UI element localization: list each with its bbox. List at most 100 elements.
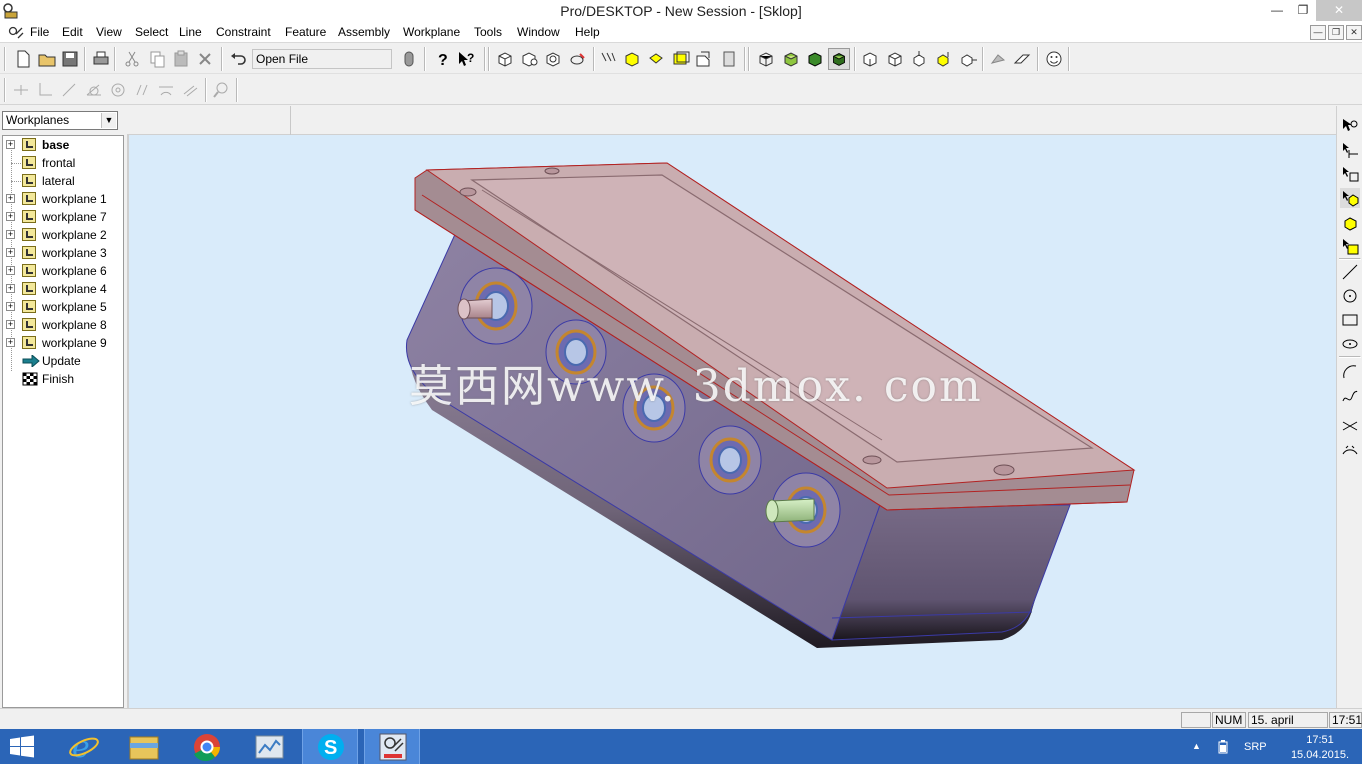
language-indicator[interactable]: SRP: [1244, 741, 1267, 753]
select-assembly-icon[interactable]: [1340, 236, 1360, 256]
menu-help[interactable]: Help: [575, 25, 600, 39]
select-lines-icon[interactable]: [1340, 140, 1360, 160]
tree-item-workplane[interactable]: frontal: [3, 154, 123, 172]
mdi-restore-button[interactable]: ❐: [1328, 25, 1344, 40]
expand-icon[interactable]: +: [6, 230, 15, 239]
workplane-view-icon[interactable]: [1011, 48, 1033, 70]
select-constraints-icon[interactable]: [1340, 164, 1360, 184]
tree-item-workplane[interactable]: + base: [3, 136, 123, 154]
chevron-down-icon[interactable]: ▼: [101, 113, 116, 128]
select-faces-icon[interactable]: [621, 48, 643, 70]
menu-line[interactable]: Line: [179, 25, 202, 39]
help-icon[interactable]: ?: [431, 48, 453, 70]
view-top-icon[interactable]: [908, 48, 930, 70]
menu-workplane[interactable]: Workplane: [403, 25, 460, 39]
concentric-constraint-icon[interactable]: [107, 79, 129, 101]
print-icon[interactable]: [90, 48, 112, 70]
expand-icon[interactable]: +: [6, 266, 15, 275]
expand-icon[interactable]: +: [6, 338, 15, 347]
shaded-edges-icon[interactable]: [804, 48, 826, 70]
view-front-icon[interactable]: [859, 48, 881, 70]
menu-tools[interactable]: Tools: [474, 25, 502, 39]
circle-draw-icon[interactable]: [1340, 286, 1360, 306]
view-zoom-icon[interactable]: [542, 48, 564, 70]
view-rotate-icon[interactable]: [494, 48, 516, 70]
right-angle-constraint-icon[interactable]: [34, 79, 56, 101]
expand-icon[interactable]: +: [6, 140, 15, 149]
chrome-icon[interactable]: [179, 729, 235, 764]
zoom-icon[interactable]: [210, 79, 232, 101]
model-render[interactable]: [127, 135, 1336, 708]
copy-icon[interactable]: [146, 48, 168, 70]
tree-item-finish[interactable]: Finish: [3, 370, 123, 388]
expand-icon[interactable]: +: [6, 320, 15, 329]
minimize-button[interactable]: —: [1264, 0, 1290, 21]
tree-item-workplane[interactable]: + workplane 9: [3, 334, 123, 352]
select-faces-tool-icon[interactable]: [1340, 188, 1360, 208]
tray-clock-time[interactable]: 17:51: [1290, 734, 1350, 746]
view-pan-icon[interactable]: [518, 48, 540, 70]
tree-item-workplane[interactable]: + workplane 7: [3, 208, 123, 226]
windows-start-icon[interactable]: [0, 729, 44, 764]
view-right-icon[interactable]: [957, 48, 979, 70]
open-folder-icon[interactable]: [36, 48, 58, 70]
tree-item-workplane[interactable]: + workplane 1: [3, 190, 123, 208]
expand-icon[interactable]: +: [6, 302, 15, 311]
tree-item-workplane[interactable]: + workplane 6: [3, 262, 123, 280]
cut-icon[interactable]: [121, 48, 143, 70]
view-fit-icon[interactable]: [566, 48, 588, 70]
mouse-icon[interactable]: [398, 48, 420, 70]
show-hidden-icons-chevron[interactable]: ▲: [1192, 741, 1201, 751]
tree-item-workplane[interactable]: + workplane 4: [3, 280, 123, 298]
skype-taskbar-button[interactable]: S: [302, 729, 358, 764]
3d-viewport[interactable]: 莫西网www. 3dmox. com: [127, 135, 1336, 708]
shaded-view-icon[interactable]: [780, 48, 802, 70]
tree-item-workplane[interactable]: lateral: [3, 172, 123, 190]
delete-icon[interactable]: [194, 48, 216, 70]
paste-icon[interactable]: [170, 48, 192, 70]
expand-icon[interactable]: +: [6, 212, 15, 221]
undo-icon[interactable]: [227, 48, 249, 70]
mdi-close-button[interactable]: ✕: [1346, 25, 1362, 40]
angle-constraint-icon[interactable]: [83, 79, 105, 101]
line-draw-icon[interactable]: [1340, 262, 1360, 282]
menu-constraint[interactable]: Constraint: [216, 25, 271, 39]
new-file-icon[interactable]: [12, 48, 34, 70]
document-icon[interactable]: [8, 26, 24, 40]
perpendicular-constraint-icon[interactable]: [10, 79, 32, 101]
battery-icon[interactable]: [1218, 740, 1228, 754]
select-components-icon[interactable]: [693, 48, 715, 70]
select-edges-icon[interactable]: [598, 48, 620, 70]
save-icon[interactable]: [59, 48, 81, 70]
menu-edit[interactable]: Edit: [62, 25, 83, 39]
select-pointer-icon[interactable]: [1340, 116, 1360, 136]
parallel-constraint-icon[interactable]: [131, 79, 153, 101]
menu-file[interactable]: File: [30, 25, 49, 39]
expand-icon[interactable]: +: [6, 248, 15, 257]
maximize-button[interactable]: ❐: [1290, 0, 1316, 21]
trim-icon[interactable]: [1340, 416, 1360, 436]
offset-icon[interactable]: [1340, 440, 1360, 460]
pro-desktop-taskbar-button[interactable]: [364, 729, 420, 764]
open-file-field[interactable]: Open File: [252, 49, 392, 69]
workplanes-dropdown[interactable]: Workplanes ▼: [2, 111, 118, 130]
internet-explorer-icon[interactable]: e: [56, 729, 112, 764]
menu-feature[interactable]: Feature: [285, 25, 326, 39]
tree-item-update[interactable]: Update: [3, 352, 123, 370]
expand-icon[interactable]: +: [6, 194, 15, 203]
view-side-icon[interactable]: [932, 48, 954, 70]
bearing-4[interactable]: [698, 425, 762, 495]
smiley-icon[interactable]: [1043, 48, 1065, 70]
ellipse-draw-icon[interactable]: [1340, 334, 1360, 354]
menu-assembly[interactable]: Assembly: [338, 25, 390, 39]
select-features-icon[interactable]: [670, 48, 692, 70]
context-help-icon[interactable]: ?: [455, 48, 477, 70]
tray-clock-date[interactable]: 15.04.2015.: [1284, 749, 1356, 761]
wireframe-view-icon[interactable]: [755, 48, 777, 70]
tree-item-workplane[interactable]: + workplane 8: [3, 316, 123, 334]
tree-item-workplane[interactable]: + workplane 5: [3, 298, 123, 316]
tree-item-workplane[interactable]: + workplane 3: [3, 244, 123, 262]
arc-draw-icon[interactable]: [1340, 362, 1360, 382]
spline-draw-icon[interactable]: [1340, 386, 1360, 406]
stack-icon[interactable]: [718, 48, 740, 70]
